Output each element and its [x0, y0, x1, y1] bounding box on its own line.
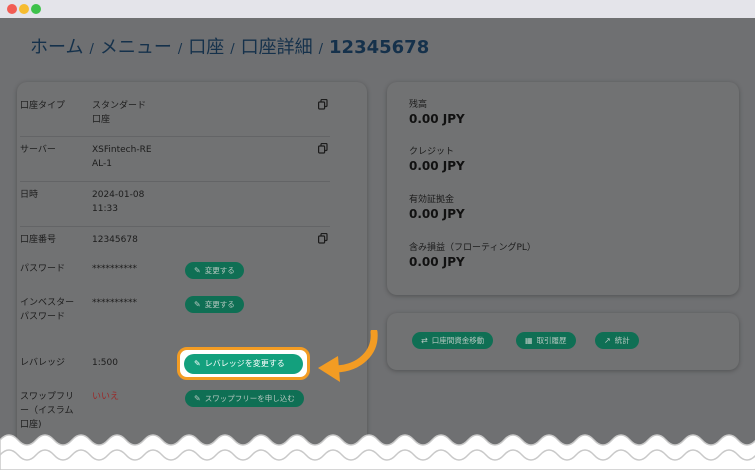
change-password-button[interactable]: ✎ 変更する: [185, 262, 244, 279]
leverage-value: 1:500: [92, 358, 118, 368]
server-row: サーバー XSFintech-REAL-1: [20, 143, 332, 173]
swap-free-label: スワップフリー（イスラム口座): [20, 392, 75, 430]
credit-label: クレジット: [409, 147, 455, 157]
change-investor-password-button[interactable]: ✎ 変更する: [185, 296, 244, 313]
equity-label: 有効証拠金: [409, 195, 455, 205]
account-type-row: 口座タイプ スタンダード口座: [20, 99, 332, 129]
swap-free-value: いいえ: [92, 392, 120, 402]
minimize-window-button[interactable]: [19, 4, 29, 14]
change-leverage-label: レバレッジを変更する: [204, 359, 285, 368]
account-number-label: 口座番号: [20, 235, 57, 245]
investor-password-row: インベスターパスワード **********: [20, 296, 332, 340]
row-divider: [20, 136, 330, 137]
floating-pl-metric: 含み損益（フローティングPL） 0.00 JPY: [409, 242, 536, 270]
balance-label: 残高: [409, 100, 428, 110]
copy-icon[interactable]: [318, 233, 328, 244]
apply-swap-free-label: スワップフリーを申し込む: [204, 394, 295, 403]
breadcrumb-home[interactable]: ホーム: [30, 37, 83, 58]
apply-swap-free-button[interactable]: ✎ スワップフリーを申し込む: [185, 390, 304, 407]
date-row: 日時 2024-01-08 11:33: [20, 188, 332, 218]
transfer-icon: ⇄: [421, 336, 428, 345]
password-value: **********: [92, 264, 137, 274]
investor-password-value: **********: [92, 298, 137, 308]
server-value: XSFintech-REAL-1: [92, 145, 152, 169]
floating-pl-value: 0.00 JPY: [409, 255, 465, 269]
server-label: サーバー: [20, 145, 56, 155]
account-type-value: スタンダード口座: [92, 101, 147, 125]
account-number-value: 12345678: [92, 235, 138, 245]
change-investor-password-label: 変更する: [204, 300, 235, 309]
edit-icon: ✎: [194, 266, 201, 275]
app-window: ホーム / メニュー / 口座 / 口座詳細 / 12345678 口座タイプ スタンダード口座…: [0, 0, 755, 470]
date-value: 2024-01-08 11:33: [92, 190, 145, 214]
trade-history-button[interactable]: ▦ 取引履歴: [516, 332, 576, 349]
trade-history-label: 取引履歴: [536, 336, 567, 345]
internal-transfer-button[interactable]: ⇄ 口座間資金移動: [412, 332, 494, 349]
edit-icon: ✎: [194, 394, 201, 403]
password-row: パスワード **********: [20, 262, 332, 278]
password-label: パスワード: [20, 264, 66, 274]
breadcrumb-account-detail[interactable]: 口座詳細: [241, 37, 313, 58]
equity-value: 0.00 JPY: [409, 207, 465, 221]
breadcrumb-separator: /: [318, 42, 324, 57]
credit-metric: クレジット 0.00 JPY: [409, 146, 465, 174]
floating-pl-label: 含み損益（フローティングPL）: [409, 243, 536, 253]
pointer-arrow-icon: [318, 330, 378, 382]
breadcrumb: ホーム / メニュー / 口座 / 口座詳細 / 12345678: [30, 33, 429, 59]
edit-icon: ✎: [194, 300, 201, 309]
window-titlebar: [0, 0, 755, 18]
equity-metric: 有効証拠金 0.00 JPY: [409, 194, 465, 222]
investor-password-label: インベスターパスワード: [20, 298, 75, 322]
chart-icon: ↗: [604, 336, 611, 345]
breadcrumb-menu[interactable]: メニュー: [100, 37, 172, 58]
close-window-button[interactable]: [7, 4, 17, 14]
account-type-label: 口座タイプ: [20, 101, 66, 111]
row-divider: [20, 181, 330, 182]
breadcrumb-separator: /: [177, 42, 183, 57]
torn-edge-divider: [0, 434, 755, 470]
copy-icon[interactable]: [318, 99, 328, 110]
date-label: 日時: [20, 190, 39, 200]
edit-icon: ✎: [194, 359, 201, 368]
statistics-button[interactable]: ↗ 統計: [595, 332, 639, 349]
change-leverage-button[interactable]: ✎ レバレッジを変更する: [184, 354, 303, 374]
leverage-label: レバレッジ: [20, 358, 66, 368]
row-divider: [20, 226, 330, 227]
balance-value: 0.00 JPY: [409, 112, 465, 126]
copy-icon[interactable]: [318, 143, 328, 154]
breadcrumb-separator: /: [230, 42, 235, 57]
breadcrumb-separator: /: [89, 42, 94, 57]
internal-transfer-label: 口座間資金移動: [431, 336, 485, 345]
balance-metric: 残高 0.00 JPY: [409, 99, 465, 127]
credit-value: 0.00 JPY: [409, 159, 465, 173]
zoom-window-button[interactable]: [31, 4, 41, 14]
statistics-label: 統計: [614, 336, 630, 345]
account-number-row: 口座番号 12345678: [20, 233, 332, 249]
table-icon: ▦: [525, 336, 533, 345]
breadcrumb-current: 12345678: [329, 37, 430, 58]
change-password-label: 変更する: [204, 266, 235, 275]
breadcrumb-account[interactable]: 口座: [188, 37, 224, 58]
